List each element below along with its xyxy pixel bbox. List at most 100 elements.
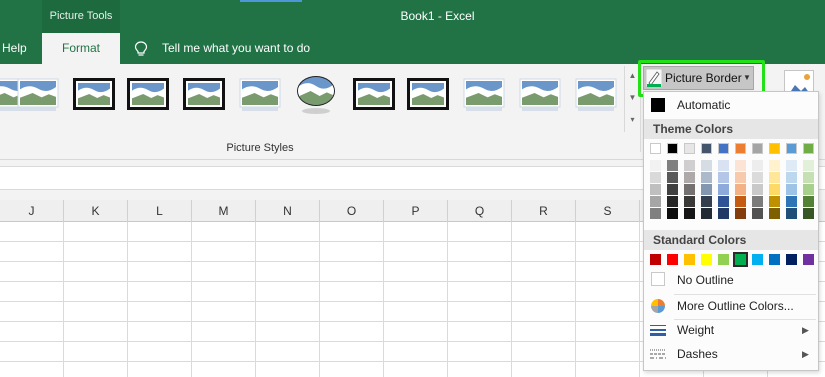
tab-format[interactable]: Format [42, 33, 120, 64]
theme-shade-swatch[interactable] [735, 196, 746, 207]
picture-style-metal-frame[interactable] [352, 76, 396, 112]
theme-shade-swatch[interactable] [667, 160, 678, 171]
picture-style-soft-edge[interactable] [16, 76, 60, 112]
standard-color-swatch[interactable] [684, 254, 695, 265]
theme-color-swatch[interactable] [803, 143, 814, 154]
theme-color-swatch[interactable] [718, 143, 729, 154]
theme-shade-swatch[interactable] [769, 160, 780, 171]
picture-style-shadow-rectangle[interactable] [72, 76, 116, 112]
column-header-q[interactable]: Q [448, 200, 512, 222]
theme-shade-swatch[interactable] [769, 184, 780, 195]
standard-color-swatch[interactable] [718, 254, 729, 265]
theme-color-swatch[interactable] [701, 143, 712, 154]
menu-item-weight[interactable]: Weight ▶ [644, 319, 818, 341]
theme-shade-swatch[interactable] [786, 196, 797, 207]
theme-shade-swatch[interactable] [650, 196, 661, 207]
theme-shade-swatch[interactable] [701, 208, 712, 219]
menu-item-more-outline-colors[interactable]: More Outline Colors... [644, 295, 818, 317]
standard-color-swatch[interactable] [701, 254, 712, 265]
theme-shade-swatch[interactable] [735, 208, 746, 219]
theme-color-swatch[interactable] [650, 143, 661, 154]
theme-shade-swatch[interactable] [769, 172, 780, 183]
theme-shade-swatch[interactable] [701, 196, 712, 207]
column-header-o[interactable]: O [320, 200, 384, 222]
theme-shade-swatch[interactable] [684, 184, 695, 195]
column-header-r[interactable]: R [512, 200, 576, 222]
theme-shade-swatch[interactable] [650, 184, 661, 195]
theme-shade-swatch[interactable] [735, 160, 746, 171]
theme-shade-swatch[interactable] [786, 160, 797, 171]
picture-style-thick-black-frame[interactable] [126, 76, 170, 112]
theme-shade-swatch[interactable] [803, 172, 814, 183]
theme-shade-swatch[interactable] [718, 208, 729, 219]
theme-shade-swatch[interactable] [650, 160, 661, 171]
theme-shade-swatch[interactable] [684, 208, 695, 219]
picture-style-rounded-reflected[interactable] [518, 76, 562, 112]
theme-shade-swatch[interactable] [803, 160, 814, 171]
standard-color-swatch[interactable] [650, 254, 661, 265]
theme-shade-swatch[interactable] [735, 184, 746, 195]
column-header-s[interactable]: S [576, 200, 640, 222]
theme-shade-swatch[interactable] [752, 172, 763, 183]
theme-shade-swatch[interactable] [718, 160, 729, 171]
standard-color-swatch[interactable] [733, 252, 748, 267]
theme-shade-swatch[interactable] [667, 184, 678, 195]
theme-shade-swatch[interactable] [684, 196, 695, 207]
theme-shade-swatch[interactable] [650, 208, 661, 219]
standard-color-swatch[interactable] [752, 254, 763, 265]
theme-shade-swatch[interactable] [803, 208, 814, 219]
standard-color-swatch[interactable] [803, 254, 814, 265]
theme-shade-swatch[interactable] [701, 172, 712, 183]
menu-item-automatic[interactable]: Automatic [644, 94, 818, 116]
theme-shade-swatch[interactable] [752, 184, 763, 195]
theme-shade-swatch[interactable] [786, 184, 797, 195]
column-header-m[interactable]: M [192, 200, 256, 222]
tab-help[interactable]: Help [2, 33, 32, 64]
column-header-p[interactable]: P [384, 200, 448, 222]
theme-color-swatch[interactable] [786, 143, 797, 154]
theme-color-swatch[interactable] [735, 143, 746, 154]
column-header-k[interactable]: K [64, 200, 128, 222]
theme-shade-swatch[interactable] [650, 172, 661, 183]
theme-shade-swatch[interactable] [701, 184, 712, 195]
standard-color-swatch[interactable] [786, 254, 797, 265]
theme-shade-swatch[interactable] [718, 196, 729, 207]
column-header-l[interactable]: L [128, 200, 192, 222]
column-header-j[interactable]: J [0, 200, 64, 222]
theme-shade-swatch[interactable] [667, 208, 678, 219]
picture-style-black-shadow[interactable] [182, 76, 226, 112]
standard-color-swatch[interactable] [769, 254, 780, 265]
theme-shade-swatch[interactable] [786, 208, 797, 219]
theme-color-swatch[interactable] [667, 143, 678, 154]
theme-shade-swatch[interactable] [752, 208, 763, 219]
theme-shade-swatch[interactable] [769, 208, 780, 219]
theme-shade-swatch[interactable] [718, 184, 729, 195]
standard-color-swatch[interactable] [667, 254, 678, 265]
theme-shade-swatch[interactable] [769, 196, 780, 207]
picture-style-oval[interactable] [294, 76, 338, 114]
theme-shade-swatch[interactable] [752, 160, 763, 171]
theme-shade-swatch[interactable] [667, 196, 678, 207]
theme-shade-swatch[interactable] [803, 196, 814, 207]
picture-style-drop-shadow-rounded[interactable] [574, 76, 618, 112]
theme-shade-swatch[interactable] [667, 172, 678, 183]
picture-style-reflected[interactable] [462, 76, 506, 112]
menu-item-dashes[interactable]: Dashes ▶ [644, 343, 818, 365]
theme-color-swatch[interactable] [752, 143, 763, 154]
column-header-n[interactable]: N [256, 200, 320, 222]
gallery-more-icon[interactable]: ▾ [625, 110, 640, 132]
theme-shade-swatch[interactable] [735, 172, 746, 183]
theme-shade-swatch[interactable] [701, 160, 712, 171]
picture-style-black-thick-matte[interactable] [406, 76, 450, 112]
theme-shade-swatch[interactable] [786, 172, 797, 183]
theme-color-swatch[interactable] [769, 143, 780, 154]
theme-shade-swatch[interactable] [752, 196, 763, 207]
theme-shade-swatch[interactable] [803, 184, 814, 195]
theme-shade-swatch[interactable] [684, 172, 695, 183]
theme-shade-swatch[interactable] [684, 160, 695, 171]
menu-item-no-outline[interactable]: No Outline [644, 269, 818, 291]
theme-color-swatch[interactable] [684, 143, 695, 154]
theme-shade-swatch[interactable] [718, 172, 729, 183]
picture-style-beveled-matte[interactable] [238, 76, 282, 112]
picture-border-button[interactable]: Picture Border ▼ [643, 66, 754, 90]
